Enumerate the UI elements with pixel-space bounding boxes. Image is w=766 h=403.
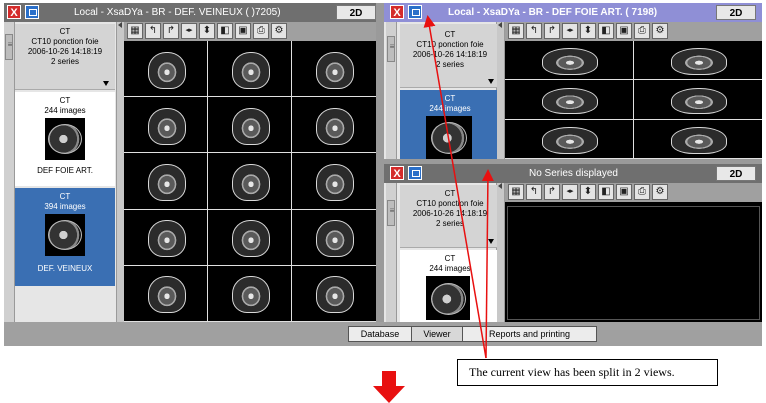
down-arrow-icon xyxy=(373,371,405,403)
annotation-arrows xyxy=(423,15,494,359)
callout-text: The current view has been split in 2 vie… xyxy=(457,359,718,386)
arrow-to-bottom-view xyxy=(481,169,494,359)
arrow-to-top-view xyxy=(423,15,487,359)
